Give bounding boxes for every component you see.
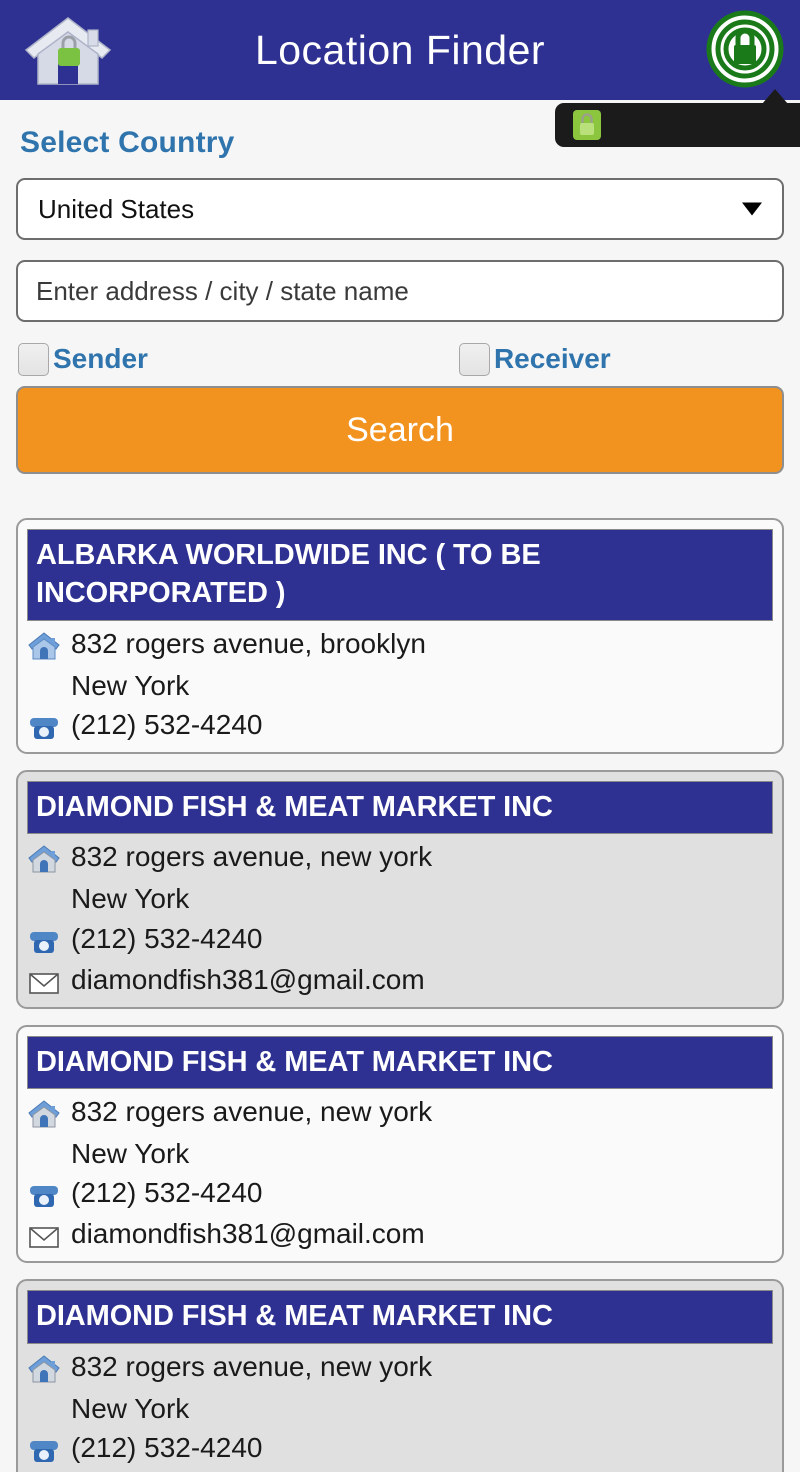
home-icon bbox=[28, 1355, 60, 1383]
receiver-label: Receiver bbox=[493, 343, 611, 374]
search-results-list: ALBARKA WORLDWIDE INC ( TO BE INCORPORAT… bbox=[0, 474, 800, 1472]
result-address-line: 832 rogers avenue, new york bbox=[27, 834, 773, 875]
receiver-checkbox[interactable] bbox=[458, 342, 490, 376]
result-address: 832 rogers avenue, new york bbox=[71, 841, 433, 873]
result-phone: (212) 532-4240 bbox=[71, 1432, 263, 1464]
result-region: New York bbox=[71, 1138, 190, 1169]
result-phone-line: (212) 532-4240 bbox=[27, 1425, 773, 1466]
result-address-line: 832 rogers avenue, new york bbox=[27, 1344, 773, 1385]
country-select[interactable]: United States bbox=[16, 178, 784, 240]
page-title: Location Finder bbox=[254, 26, 546, 73]
home-icon bbox=[28, 845, 60, 873]
home-lock-icon[interactable] bbox=[18, 10, 118, 90]
home-icon bbox=[28, 631, 60, 660]
result-title: DIAMOND FISH & MEAT MARKET INC bbox=[27, 781, 773, 835]
result-phone: (212) 532-4240 bbox=[71, 922, 263, 954]
result-phone: (212) 532-4240 bbox=[71, 1177, 263, 1209]
result-address: 832 rogers avenue, brooklyn bbox=[71, 627, 426, 659]
result-card[interactable]: ALBARKA WORLDWIDE INC ( TO BE INCORPORAT… bbox=[16, 518, 784, 754]
result-region: New York bbox=[71, 883, 190, 915]
address-search-input[interactable] bbox=[16, 260, 784, 322]
result-phone-line: (212) 532-4240 bbox=[27, 702, 773, 743]
sender-label: Sender bbox=[53, 343, 148, 374]
telephone-icon bbox=[30, 1186, 58, 1208]
app-header-bar: Location Finder bbox=[0, 0, 800, 100]
result-card[interactable]: DIAMOND FISH & MEAT MARKET INC 832 roger… bbox=[16, 1279, 784, 1472]
result-title: DIAMOND FISH & MEAT MARKET INC bbox=[27, 1290, 773, 1344]
sender-checkbox[interactable] bbox=[18, 342, 49, 376]
result-title: ALBARKA WORLDWIDE INC ( TO BE INCORPORAT… bbox=[27, 529, 773, 621]
result-address-line: 832 rogers avenue, brooklyn bbox=[27, 621, 773, 662]
telephone-icon bbox=[30, 718, 58, 739]
result-phone-line: (212) 532-4240 bbox=[27, 1170, 773, 1211]
result-address-line: 832 rogers avenue, new york bbox=[27, 1089, 773, 1130]
result-card[interactable]: DIAMOND FISH & MEAT MARKET INC 832 roger… bbox=[16, 1024, 784, 1264]
secure-lock-icon[interactable] bbox=[706, 10, 784, 88]
sender-checkbox-item[interactable]: Sender bbox=[18, 342, 148, 376]
result-email: diamondfish381@gmail.com bbox=[71, 963, 425, 995]
result-email-line: diamondfish381@gmail.com bbox=[27, 957, 773, 998]
receiver-checkbox-item[interactable]: Receiver bbox=[458, 342, 611, 376]
role-checkbox-row: Sender Receiver bbox=[16, 338, 784, 386]
result-phone-line: (212) 532-4240 bbox=[27, 916, 773, 957]
result-title: DIAMOND FISH & MEAT MARKET INC bbox=[27, 1035, 773, 1089]
telephone-icon bbox=[30, 931, 58, 953]
result-card[interactable]: DIAMOND FISH & MEAT MARKET INC 832 roger… bbox=[16, 770, 784, 1009]
envelope-icon bbox=[29, 972, 59, 994]
green-padlock-icon bbox=[573, 110, 601, 140]
country-select-wrapper: United States bbox=[16, 178, 784, 240]
envelope-icon bbox=[29, 1227, 59, 1249]
home-icon bbox=[28, 1100, 60, 1128]
result-region: New York bbox=[71, 669, 190, 701]
search-button[interactable]: Search bbox=[16, 386, 784, 474]
country-select-value: United States bbox=[38, 193, 195, 224]
result-email: diamondfish381@gmail.com bbox=[71, 1218, 425, 1250]
result-email-line: diamondfish381@gmail.com bbox=[27, 1466, 773, 1472]
search-form-section: Select Country United States Sender Rece… bbox=[0, 100, 800, 474]
tooltip-arrow-icon bbox=[762, 89, 788, 104]
telephone-icon bbox=[30, 1441, 58, 1463]
result-phone: (212) 532-4240 bbox=[71, 709, 263, 740]
result-region: New York bbox=[71, 1392, 190, 1424]
secure-tooltip-popover[interactable] bbox=[555, 89, 800, 147]
result-address: 832 rogers avenue, new york bbox=[71, 1096, 433, 1127]
result-address: 832 rogers avenue, new york bbox=[71, 1350, 433, 1382]
result-email-line: diamondfish381@gmail.com bbox=[27, 1211, 773, 1252]
